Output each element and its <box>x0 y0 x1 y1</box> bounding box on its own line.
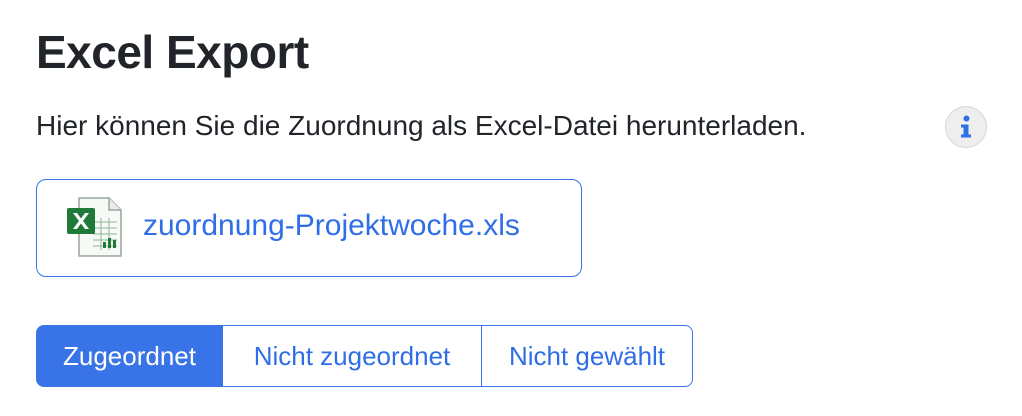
assignment-filter-group: Zugeordnet Nicht zugeordnet Nicht gewähl… <box>36 325 693 387</box>
page-description: Hier können Sie die Zuordnung als Excel-… <box>36 110 807 141</box>
filter-assigned-button[interactable]: Zugeordnet <box>36 325 223 387</box>
description-row: Hier können Sie die Zuordnung als Excel-… <box>36 104 996 148</box>
excel-download-link[interactable]: zuordnung-Projektwoche.xls <box>36 179 582 277</box>
info-icon <box>961 115 971 138</box>
page-title: Excel Export <box>36 26 309 78</box>
info-button[interactable] <box>945 106 987 148</box>
filter-not-assigned-button[interactable]: Nicht zugeordnet <box>221 325 483 387</box>
excel-file-icon <box>67 197 122 257</box>
filter-not-chosen-button[interactable]: Nicht gewählt <box>481 325 693 387</box>
excel-file-name: zuordnung-Projektwoche.xls <box>143 209 520 242</box>
